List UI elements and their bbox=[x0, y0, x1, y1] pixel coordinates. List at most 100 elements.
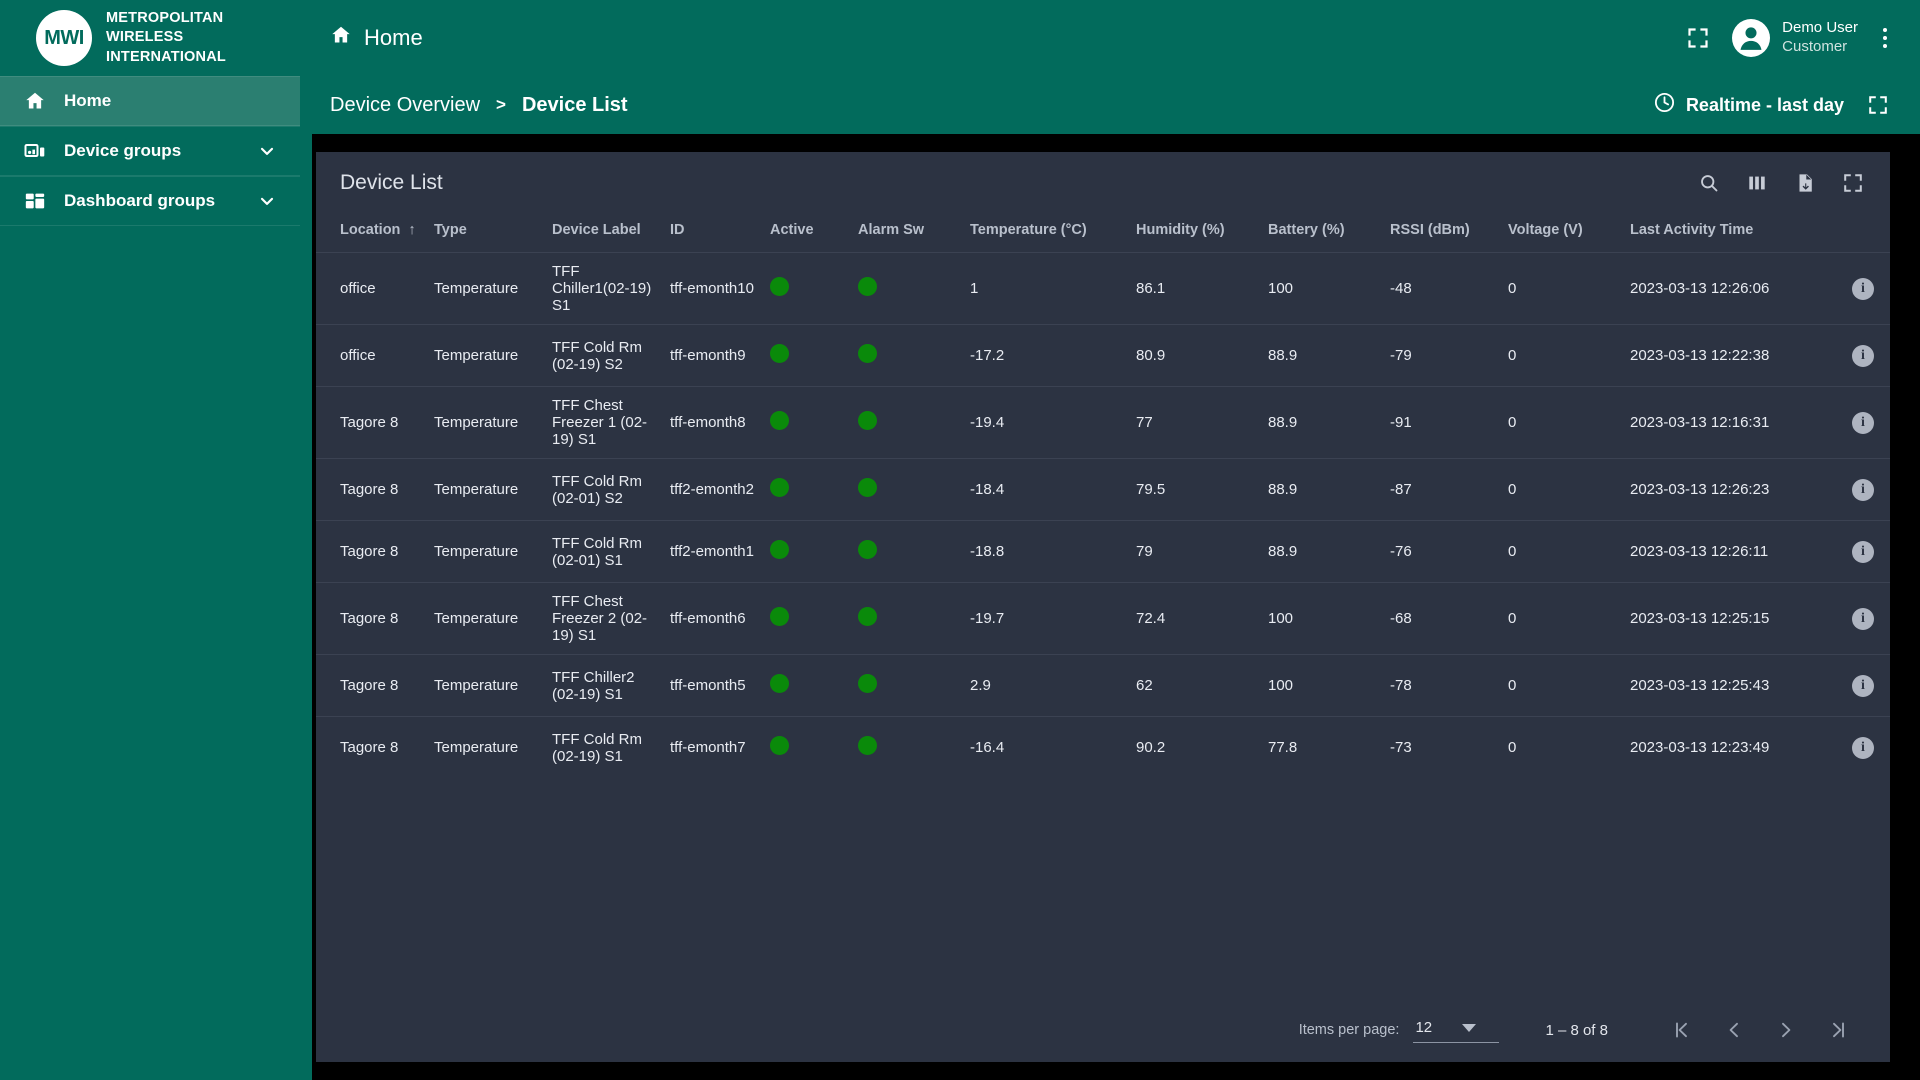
next-page-button[interactable] bbox=[1760, 1010, 1812, 1050]
cell-humidity: 80.9 bbox=[1130, 324, 1262, 387]
cell-rssi: -68 bbox=[1384, 582, 1502, 655]
cell-last-activity: 2023-03-13 12:26:11 bbox=[1624, 520, 1844, 583]
cell-location: office bbox=[316, 324, 428, 387]
cell-active bbox=[764, 252, 852, 325]
table-row[interactable]: office Temperature TFF Cold Rm (02-19) S2 t… bbox=[316, 324, 1890, 387]
info-icon[interactable]: i bbox=[1850, 477, 1876, 503]
cell-actions: i bbox=[1844, 386, 1890, 459]
card-toolbar bbox=[1696, 170, 1866, 196]
info-icon[interactable]: i bbox=[1850, 735, 1876, 761]
sidebar-item-home[interactable]: Home bbox=[0, 76, 300, 126]
cell-battery: 100 bbox=[1262, 654, 1384, 717]
column-header-device-label[interactable]: Device Label bbox=[546, 214, 664, 253]
info-icon[interactable]: i bbox=[1850, 539, 1876, 565]
fullscreen-icon[interactable] bbox=[1678, 18, 1718, 58]
column-header-location[interactable]: Location ↑ bbox=[316, 214, 428, 253]
alarm-status-indicator-icon bbox=[858, 736, 877, 756]
cell-location: Tagore 8 bbox=[316, 716, 428, 779]
avatar bbox=[1732, 19, 1771, 57]
column-header-id[interactable]: ID bbox=[664, 214, 764, 253]
table-row[interactable]: Tagore 8 Temperature TFF Cold Rm (02-01) S… bbox=[316, 520, 1890, 583]
sidebar-item-dashboard-groups-label: Dashboard groups bbox=[64, 191, 216, 210]
column-header-rssi[interactable]: RSSI (dBm) bbox=[1384, 214, 1502, 253]
fullscreen-icon[interactable] bbox=[1840, 170, 1866, 196]
breadcrumb-bar: Device Overview > Device List Realtime -… bbox=[300, 76, 1920, 134]
cell-battery: 100 bbox=[1262, 252, 1384, 325]
cell-humidity: 86.1 bbox=[1130, 252, 1262, 325]
table-header: Location ↑ Type Device Label ID Active A… bbox=[316, 214, 1890, 253]
column-header-type[interactable]: Type bbox=[428, 214, 546, 253]
cell-actions: i bbox=[1844, 324, 1890, 387]
items-per-page-select[interactable]: 12 bbox=[1413, 1017, 1500, 1043]
cell-type: Temperature bbox=[428, 386, 546, 459]
column-header-last-activity[interactable]: Last Activity Time bbox=[1624, 214, 1844, 253]
info-icon[interactable]: i bbox=[1850, 343, 1876, 369]
search-icon[interactable] bbox=[1696, 170, 1722, 196]
table-row[interactable]: Tagore 8 Temperature TFF Chest Freezer 2 (… bbox=[316, 582, 1890, 655]
column-header-battery[interactable]: Battery (%) bbox=[1262, 214, 1384, 253]
sidebar: MWI METROPOLITAN WIRELESS INTERNATIONAL … bbox=[0, 0, 300, 1080]
cell-alarm-sw bbox=[852, 458, 964, 521]
cell-battery: 88.9 bbox=[1262, 386, 1384, 459]
sidebar-item-dashboard-groups[interactable]: Dashboard groups bbox=[0, 176, 300, 226]
cell-actions: i bbox=[1844, 654, 1890, 717]
cell-rssi: -87 bbox=[1384, 458, 1502, 521]
cell-alarm-sw bbox=[852, 252, 964, 325]
cell-alarm-sw bbox=[852, 324, 964, 387]
info-icon[interactable]: i bbox=[1850, 673, 1876, 699]
cell-rssi: -76 bbox=[1384, 520, 1502, 583]
home-icon bbox=[330, 24, 352, 52]
user-menu[interactable]: Demo User Customer bbox=[1728, 19, 1862, 57]
cell-actions: i bbox=[1844, 458, 1890, 521]
cell-active bbox=[764, 520, 852, 583]
column-header-humidity[interactable]: Humidity (%) bbox=[1130, 214, 1262, 253]
column-header-active[interactable]: Active bbox=[764, 214, 852, 253]
cell-id: tff-emonth9 bbox=[664, 324, 764, 387]
active-status-indicator-icon bbox=[770, 277, 789, 296]
first-page-button[interactable] bbox=[1656, 1010, 1708, 1050]
cell-type: Temperature bbox=[428, 458, 546, 521]
cell-active bbox=[764, 654, 852, 717]
breadcrumb-parent[interactable]: Device Overview bbox=[330, 94, 480, 117]
cell-active bbox=[764, 582, 852, 655]
chevron-down-icon[interactable] bbox=[256, 190, 278, 212]
cell-rssi: -73 bbox=[1384, 716, 1502, 779]
info-icon[interactable]: i bbox=[1850, 276, 1876, 302]
brand-line-1: METROPOLITAN bbox=[106, 10, 224, 27]
export-file-icon[interactable] bbox=[1792, 170, 1818, 196]
mwi-logo-icon: MWI bbox=[36, 10, 92, 66]
table-row[interactable]: Tagore 8 Temperature TFF Cold Rm (02-19) S… bbox=[316, 716, 1890, 779]
cell-humidity: 62 bbox=[1130, 654, 1262, 717]
table-row[interactable]: Tagore 8 Temperature TFF Cold Rm (02-01) S… bbox=[316, 458, 1890, 521]
columns-icon[interactable] bbox=[1744, 170, 1770, 196]
sidebar-item-device-groups[interactable]: Device groups bbox=[0, 126, 300, 176]
last-page-button[interactable] bbox=[1812, 1010, 1864, 1050]
info-icon[interactable]: i bbox=[1850, 606, 1876, 632]
table-row[interactable]: office Temperature TFF Chiller1(02-19) S1 t… bbox=[316, 252, 1890, 325]
cell-type: Temperature bbox=[428, 654, 546, 717]
info-icon[interactable]: i bbox=[1850, 410, 1876, 436]
previous-page-button[interactable] bbox=[1708, 1010, 1760, 1050]
card-header: Device List bbox=[316, 152, 1890, 214]
cell-device-label: TFF Chiller1(02-19) S1 bbox=[546, 252, 664, 325]
user-name: Demo User bbox=[1782, 19, 1858, 37]
cell-battery: 88.9 bbox=[1262, 324, 1384, 387]
device-table-wrapper: Location ↑ Type Device Label ID Active A… bbox=[316, 214, 1890, 998]
fullscreen-icon[interactable] bbox=[1858, 85, 1898, 125]
sort-ascending-icon: ↑ bbox=[408, 222, 416, 238]
column-header-voltage[interactable]: Voltage (V) bbox=[1502, 214, 1624, 253]
cell-temperature: -18.4 bbox=[964, 458, 1130, 521]
cell-alarm-sw bbox=[852, 386, 964, 459]
column-header-temperature[interactable]: Temperature (°C) bbox=[964, 214, 1130, 253]
cell-voltage: 0 bbox=[1502, 252, 1624, 325]
cell-last-activity: 2023-03-13 12:25:43 bbox=[1624, 654, 1844, 717]
kebab-menu-icon[interactable] bbox=[1872, 28, 1898, 48]
table-row[interactable]: Tagore 8 Temperature TFF Chiller2 (02-19) … bbox=[316, 654, 1890, 717]
chevron-down-icon[interactable] bbox=[256, 140, 278, 162]
realtime-range-button[interactable]: Realtime - last day bbox=[1653, 91, 1844, 119]
chevron-down-icon bbox=[1462, 1023, 1477, 1032]
app-root: MWI METROPOLITAN WIRELESS INTERNATIONAL … bbox=[0, 0, 1920, 1080]
cell-type: Temperature bbox=[428, 324, 546, 387]
table-row[interactable]: Tagore 8 Temperature TFF Chest Freezer 1 (… bbox=[316, 386, 1890, 459]
column-header-alarm-sw[interactable]: Alarm Sw bbox=[852, 214, 964, 253]
